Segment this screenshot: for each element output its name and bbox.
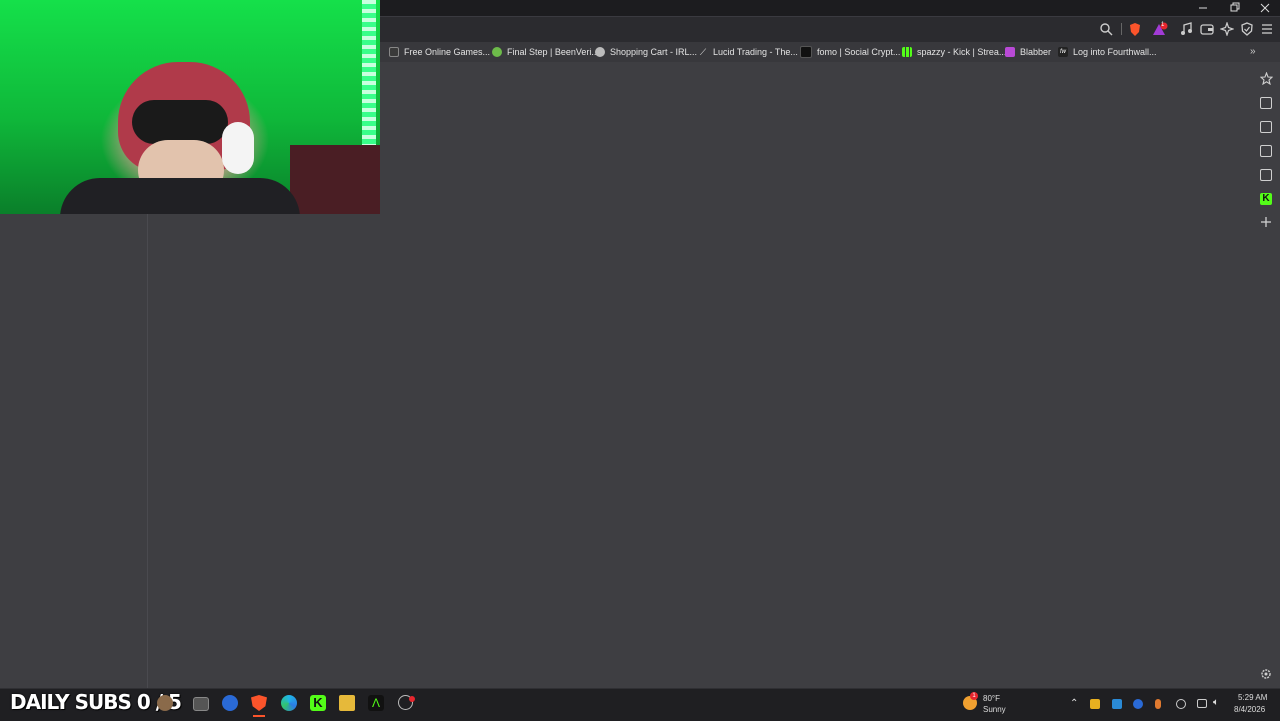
bookmark-item[interactable]: Free Online Games... bbox=[389, 45, 490, 59]
monkey-sticker-icon bbox=[157, 695, 173, 711]
taskbar bbox=[0, 688, 1280, 721]
vpn-icon[interactable] bbox=[1240, 22, 1254, 36]
bookmarks-sidebar-icon[interactable] bbox=[1260, 145, 1272, 157]
bookmark-item[interactable]: Blabber bbox=[1005, 45, 1051, 59]
tray-app-icon[interactable] bbox=[1090, 699, 1100, 709]
add-panel-icon[interactable] bbox=[1260, 216, 1272, 228]
bookmark-label: Log into Fourthwall... bbox=[1073, 47, 1157, 57]
brave-rewards-icon[interactable]: 1 bbox=[1151, 22, 1169, 37]
weather-badge: 1 bbox=[970, 692, 978, 700]
streamer-cap bbox=[132, 100, 228, 144]
weather-temp: 80°F bbox=[983, 694, 1000, 703]
daily-subs-overlay: DAILY SUBS 0 / 5 bbox=[10, 690, 182, 714]
led-strip bbox=[362, 0, 376, 150]
playlist-icon[interactable] bbox=[1260, 97, 1272, 109]
toolbar-divider bbox=[1121, 23, 1122, 35]
close-icon[interactable] bbox=[1250, 0, 1280, 16]
restore-icon[interactable] bbox=[1219, 0, 1249, 16]
bookmark-label: Shopping Cart - IRL... bbox=[610, 47, 698, 57]
onedrive-icon[interactable] bbox=[1133, 699, 1143, 709]
media-icon[interactable] bbox=[1180, 22, 1194, 36]
fomo-icon bbox=[800, 46, 812, 58]
weather-condition: Sunny bbox=[983, 705, 1006, 714]
menu-icon[interactable] bbox=[1260, 22, 1274, 36]
bookmark-item[interactable]: Final Step | BeenVeri... bbox=[492, 45, 599, 59]
file-explorer-icon[interactable] bbox=[339, 695, 355, 711]
sidebar-settings-icon[interactable] bbox=[1260, 668, 1272, 680]
column-divider bbox=[147, 214, 148, 688]
bookmark-star-icon[interactable] bbox=[1260, 72, 1273, 85]
bookmark-label: Free Online Games... bbox=[404, 47, 491, 57]
kick-taskbar-icon[interactable]: K bbox=[310, 695, 326, 711]
minimize-icon[interactable] bbox=[1188, 0, 1218, 16]
bookmark-item[interactable]: spazzy - Kick | Strea... bbox=[902, 45, 1006, 59]
network-icon[interactable] bbox=[1176, 699, 1186, 709]
app-icon-blue[interactable] bbox=[222, 695, 238, 711]
active-indicator bbox=[253, 715, 265, 717]
edge-icon[interactable] bbox=[281, 695, 297, 711]
bookmark-item[interactable]: ⟋ Lucid Trading - The... bbox=[698, 45, 798, 59]
leo-ai-icon[interactable] bbox=[1220, 22, 1234, 36]
games-icon bbox=[389, 47, 399, 57]
wallet-icon[interactable] bbox=[1200, 22, 1214, 36]
bookmark-item[interactable]: fw Log into Fourthwall... bbox=[1058, 45, 1157, 59]
more-bookmarks-icon[interactable]: » bbox=[1250, 46, 1256, 57]
bookmark-item[interactable]: Shopping Cart - IRL... bbox=[595, 45, 697, 59]
streamer-body bbox=[60, 178, 300, 214]
bookmark-label: Blabber bbox=[1020, 47, 1052, 57]
kick-sidebar-icon[interactable]: K bbox=[1260, 193, 1272, 205]
bookmark-item[interactable]: fomo | Social Crypt... bbox=[800, 45, 900, 59]
volume-icon[interactable]: 🔈︎ bbox=[1213, 697, 1219, 708]
display-icon[interactable] bbox=[1197, 699, 1207, 708]
bookmark-label: spazzy - Kick | Strea... bbox=[917, 47, 1007, 57]
lucid-icon: ⟋ bbox=[699, 47, 707, 57]
clock-date[interactable]: 8/4/2026 bbox=[1234, 705, 1265, 714]
reading-list-icon[interactable] bbox=[1260, 169, 1272, 181]
bookmark-label: Lucid Trading - The... bbox=[713, 47, 798, 57]
background-furniture bbox=[290, 145, 380, 214]
tray-overflow-icon[interactable]: ⌃ bbox=[1070, 698, 1078, 709]
webcam-overlay bbox=[0, 0, 380, 214]
rewards-badge: 1 bbox=[1161, 22, 1165, 28]
clock-time[interactable]: 5:29 AM bbox=[1238, 693, 1267, 702]
wallet-sidebar-icon[interactable] bbox=[1260, 121, 1272, 133]
beenverified-icon bbox=[492, 47, 502, 57]
zoom-icon[interactable] bbox=[1099, 22, 1113, 36]
right-sidebar: K bbox=[1254, 62, 1280, 688]
fourthwall-icon: fw bbox=[1058, 47, 1068, 57]
kick-icon bbox=[902, 47, 912, 57]
bookmarks-bar: Free Online Games... Final Step | BeenVe… bbox=[380, 42, 1280, 62]
bookmark-label: fomo | Social Crypt... bbox=[817, 47, 901, 57]
blabber-icon bbox=[1005, 47, 1015, 57]
task-view-icon[interactable] bbox=[193, 697, 209, 711]
brave-shields-icon[interactable] bbox=[1128, 22, 1142, 37]
globe-icon bbox=[595, 47, 605, 57]
notification-dot bbox=[409, 696, 415, 702]
tray-app-icon[interactable] bbox=[1112, 699, 1122, 709]
bookmark-label: Final Step | BeenVeri... bbox=[507, 47, 599, 57]
headset bbox=[222, 122, 254, 174]
app-icon-a[interactable]: Λ bbox=[368, 695, 384, 711]
microphone-icon[interactable] bbox=[1155, 699, 1161, 709]
